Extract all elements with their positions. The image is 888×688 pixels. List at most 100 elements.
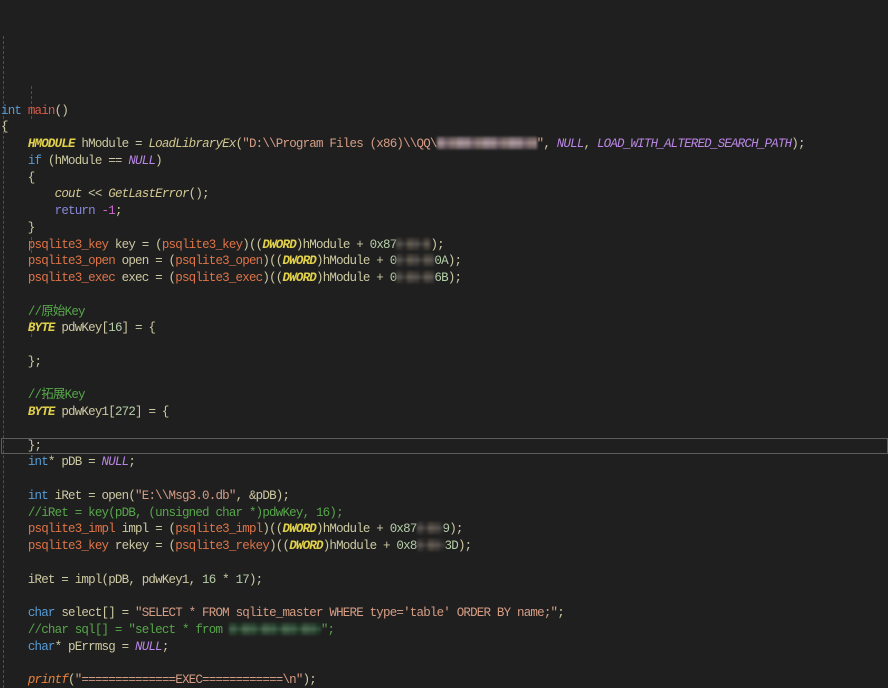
code-line[interactable]: iRet = impl(pDB, pdwKey1, 16 * 17); [1, 572, 888, 589]
code-token: rekey = ( [108, 539, 176, 553]
code-token: iRet = impl(pDB, pdwKey1, [1, 572, 203, 587]
code-token: psqlite3_rekey [175, 539, 270, 553]
code-line[interactable]: //char sql[] = "select * from "; [1, 622, 888, 639]
code-token: psqlite3_exec [175, 271, 263, 285]
code-line[interactable]: //拓展Key [1, 387, 888, 404]
code-line[interactable] [1, 287, 888, 304]
code-token: psqlite3_impl [175, 522, 263, 537]
code-token: DWORD [262, 237, 296, 252]
code-token: psqlite3_impl [27, 522, 116, 537]
code-token: * pErrmsg = [54, 639, 136, 654]
code-token: BYTE [27, 321, 56, 336]
code-token: 0 [389, 254, 397, 269]
code-token: DWORD [282, 522, 316, 537]
code-token: ) [155, 153, 162, 168]
code-line[interactable]: char* pErrmsg = NULL; [1, 639, 888, 656]
code-token: key = ( [108, 237, 163, 252]
code-token: psqlite3_open [175, 254, 263, 269]
code-line-current[interactable]: }; [1, 438, 888, 455]
code-line[interactable] [1, 588, 888, 605]
code-line[interactable]: int iRet = open("E:\\Msg3.0.db", &pDB); [1, 488, 888, 505]
code-line[interactable]: { [1, 119, 888, 136]
code-token: psqlite3_exec [27, 271, 116, 285]
code-line[interactable]: { [1, 170, 888, 187]
code-line[interactable] [1, 655, 888, 672]
code-line[interactable] [1, 371, 888, 388]
code-token: impl = ( [114, 522, 176, 537]
code-line[interactable]: psqlite3_key rekey = (psqlite3_rekey)((D… [1, 538, 888, 555]
code-line[interactable]: cout << GetLastError(); [1, 186, 888, 203]
code-line[interactable]: BYTE pdwKey[16] = { [1, 320, 888, 337]
code-token: )(( [242, 237, 263, 252]
code-line[interactable]: return -1; [1, 203, 888, 220]
code-line[interactable]: psqlite3_open open = (psqlite3_open)((DW… [1, 253, 888, 270]
code-token: )(( [262, 271, 283, 285]
code-token: )hModule + [295, 237, 370, 252]
code-line[interactable]: //原始Key [1, 304, 888, 321]
code-editor-surface[interactable]: int main(){ HMODULE hModule = LoadLibrar… [0, 0, 888, 688]
code-line[interactable]: HMODULE hModule = LoadLibraryEx("D:\\Pro… [1, 136, 888, 153]
code-token: DWORD [282, 254, 316, 269]
code-line[interactable]: } [1, 220, 888, 237]
code-token: "; [320, 622, 335, 637]
code-token: 16 [108, 321, 122, 336]
code-token: * [215, 572, 236, 587]
code-token: //拓展Key [27, 388, 86, 403]
code-line[interactable] [1, 555, 888, 572]
code-line[interactable] [1, 421, 888, 438]
redaction-blur [436, 137, 537, 149]
code-line[interactable]: }; [1, 354, 888, 371]
code-token: pdwKey1[ [54, 405, 115, 419]
code-token: 17 [235, 572, 250, 587]
code-token: //iRet = key(pDB, (unsigned char *)pdwKe… [27, 505, 344, 520]
redaction-blur [416, 522, 443, 535]
code-token: cout [54, 187, 83, 202]
code-token: ] = { [121, 321, 156, 336]
code-token: ); [430, 237, 444, 252]
code-token: () [54, 103, 69, 118]
code-token: if [27, 153, 42, 168]
code-token: psqlite3_open [27, 254, 116, 269]
code-line[interactable]: printf("==============EXEC============\n… [1, 672, 888, 688]
code-token: )hModule + [316, 254, 390, 269]
code-token: ); [447, 271, 462, 285]
code-line[interactable]: psqlite3_impl impl = (psqlite3_impl)((DW… [1, 521, 888, 538]
code-line[interactable]: BYTE pdwKey1[272] = { [1, 404, 888, 421]
code-line[interactable] [1, 471, 888, 488]
code-token: hModule = [74, 137, 149, 151]
code-token: exec = ( [114, 271, 176, 285]
code-token: psqlite3_key [161, 237, 243, 252]
code-token: NULL [135, 639, 163, 654]
code-token: )hModule + [316, 271, 390, 285]
code-line[interactable]: //iRet = key(pDB, (unsigned char *)pdwKe… [1, 505, 888, 522]
code-line[interactable]: psqlite3_key key = (psqlite3_key)((DWORD… [1, 237, 888, 254]
code-token: (); [188, 187, 210, 202]
code-line[interactable]: char select[] = "SELECT * FROM sqlite_ma… [1, 605, 888, 622]
code-token: return [54, 204, 96, 218]
code-token: (hModule == [41, 153, 129, 168]
code-token: LoadLibraryEx [148, 137, 236, 151]
code-line[interactable]: psqlite3_exec exec = (psqlite3_exec)((DW… [1, 270, 888, 287]
code-token: ); [457, 539, 472, 553]
code-token: ; [557, 606, 564, 620]
code-token: * pDB = [47, 455, 102, 470]
code-line[interactable]: int main() [1, 103, 888, 120]
code-token: ; [128, 455, 136, 470]
code-token: "SELECT * FROM sqlite_master WHERE type=… [135, 606, 558, 620]
code-token: )hModule + [322, 539, 397, 553]
code-line[interactable]: int* pDB = NULL; [1, 454, 888, 471]
code-line[interactable] [1, 337, 888, 354]
code-token: ( [68, 673, 75, 687]
code-line[interactable]: if (hModule == NULL) [1, 153, 888, 170]
